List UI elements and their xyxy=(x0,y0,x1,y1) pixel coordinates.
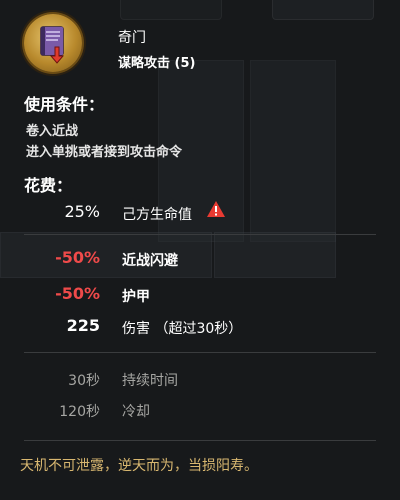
cost-row: 25% 己方生命值 xyxy=(0,202,400,226)
condition-line: 进入单挑或者接到攻击命令 xyxy=(26,145,183,160)
cost-label: 己方生命值 xyxy=(122,207,192,223)
cooldown-value: 120秒 xyxy=(59,404,100,420)
flavor-text: 天机不可泄露，逆天而为，当损阳寿。 xyxy=(20,458,258,474)
effect-row: -50% 近战闪避 xyxy=(0,248,400,272)
skill-type: 谋略攻击 (5) xyxy=(118,56,196,71)
effect-label: 护甲 xyxy=(122,289,150,305)
cost-header: 花费： xyxy=(24,176,73,195)
effect-row: -50% 护甲 xyxy=(0,284,400,308)
timing-row: 30秒 持续时间 xyxy=(0,370,400,394)
effect-value: 225 xyxy=(66,316,100,335)
effect-value: -50% xyxy=(55,248,100,267)
condition-line: 卷入近战 xyxy=(26,124,79,139)
cooldown-label: 冷却 xyxy=(122,404,150,420)
effect-label: 伤害 （超过30秒） xyxy=(122,321,243,337)
divider xyxy=(24,352,376,353)
duration-label: 持续时间 xyxy=(122,373,178,389)
duration-value: 30秒 xyxy=(68,373,100,389)
divider xyxy=(24,234,376,235)
conditions-header: 使用条件： xyxy=(24,95,105,114)
strategy-book-icon xyxy=(24,14,82,72)
divider xyxy=(24,440,376,441)
effect-value: -50% xyxy=(55,284,100,303)
cost-value: 25% xyxy=(64,202,100,221)
warning-icon xyxy=(207,201,225,217)
timing-row: 120秒 冷却 xyxy=(0,401,400,425)
skill-name: 奇门 xyxy=(118,30,146,46)
effect-label: 近战闪避 xyxy=(122,253,178,269)
skill-tooltip: 奇门 谋略攻击 (5) 使用条件： 卷入近战 进入单挑或者接到攻击命令 花费： … xyxy=(0,0,400,500)
effect-row: 225 伤害 （超过30秒） xyxy=(0,316,400,340)
